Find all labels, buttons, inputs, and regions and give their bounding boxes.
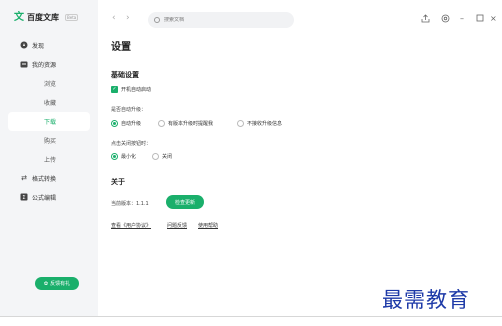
radio-icon — [158, 120, 165, 127]
formula-icon: Σ — [20, 193, 28, 201]
folder-icon — [20, 60, 28, 68]
top-bar: ‹ › – × — [98, 0, 502, 40]
close-option-close[interactable]: 关闭 — [152, 153, 172, 160]
radio-icon — [152, 153, 159, 160]
wenku-logo-icon: 文 — [14, 12, 24, 23]
page-title: 设置 — [111, 42, 131, 53]
minimize-icon[interactable]: – — [460, 14, 464, 24]
sidebar-item-format-convert[interactable]: ⇄ 格式转换 — [0, 169, 98, 188]
beta-badge: Beta — [65, 14, 79, 21]
sidebar-item-my-resources[interactable]: 我的资源 — [0, 55, 98, 74]
radio-label: 自动升级 — [121, 121, 142, 127]
radio-label: 关闭 — [162, 154, 173, 160]
sidebar-item-label: 格式转换 — [32, 176, 57, 183]
radio-label: 最小化 — [121, 154, 137, 160]
sidebar-nav: 发现 我的资源 浏览 收藏 下载 购买 上传 ⇄ 格式转换 Σ 公式编辑 — [0, 36, 98, 207]
sidebar-item-label: 上传 — [44, 157, 57, 164]
compass-icon — [20, 41, 28, 49]
maximize-icon[interactable] — [476, 14, 484, 25]
radio-selected-icon — [111, 153, 118, 160]
autostart-label: 开机自动启动 — [121, 87, 152, 93]
close-option-minimize[interactable]: 最小化 — [111, 153, 136, 160]
auto-update-label: 是否自动升级： — [111, 107, 147, 113]
radio-selected-icon — [111, 120, 118, 127]
radio-label: 有版本升级时提醒我 — [168, 121, 214, 127]
sidebar-item-browse[interactable]: 浏览 — [0, 74, 98, 93]
search-icon — [154, 17, 160, 23]
sidebar: 文 百度文库 Beta 发现 我的资源 浏览 收藏 下载 购买 上传 ⇄ 格式转… — [0, 0, 98, 316]
help-link[interactable]: 使用帮助 — [198, 222, 218, 229]
gift-icon: ✿ — [43, 280, 49, 287]
back-arrow-icon[interactable]: ‹ — [112, 13, 116, 23]
close-icon[interactable]: × — [490, 14, 497, 24]
user-agreement-link[interactable]: 查看《用户协议》 — [111, 222, 151, 229]
feedback-button[interactable]: ✿ 反馈有礼 — [35, 277, 79, 290]
svg-text:Σ: Σ — [22, 195, 25, 201]
app-window: 文 百度文库 Beta 发现 我的资源 浏览 收藏 下载 购买 上传 ⇄ 格式转… — [0, 0, 502, 316]
radio-icon — [237, 120, 244, 127]
search-box[interactable] — [148, 12, 294, 28]
divider — [0, 316, 502, 317]
about-title: 关于 — [111, 178, 125, 186]
feedback-link[interactable]: 问题反馈 — [167, 222, 187, 229]
sidebar-item-label: 下载 — [44, 119, 57, 126]
search-input[interactable] — [164, 17, 284, 23]
forward-arrow-icon[interactable]: › — [126, 13, 130, 23]
version-text: 当前版本：1.1.1 — [111, 201, 149, 207]
feedback-label: 反馈有礼 — [50, 281, 71, 287]
watermark: 最需教育 — [382, 288, 470, 312]
sidebar-item-label: 发现 — [32, 43, 45, 50]
sidebar-item-discover[interactable]: 发现 — [0, 36, 98, 55]
sidebar-item-label: 购买 — [44, 138, 57, 145]
auto-update-option-notify[interactable]: 有版本升级时提醒我 — [158, 120, 213, 127]
app-logo: 文 百度文库 Beta — [14, 12, 79, 23]
app-name: 百度文库 — [27, 13, 59, 22]
sidebar-item-favorites[interactable]: 收藏 — [0, 93, 98, 112]
radio-label: 不接收升级信息 — [247, 121, 283, 127]
basic-settings-title: 基础设置 — [111, 71, 139, 79]
autostart-checkbox[interactable]: ✓ 开机自动启动 — [111, 86, 151, 93]
sidebar-item-downloads[interactable]: 下载 — [8, 112, 90, 131]
auto-update-option-none[interactable]: 不接收升级信息 — [237, 120, 282, 127]
close-behavior-label: 点击关闭按钮时： — [111, 141, 152, 147]
sidebar-item-upload[interactable]: 上传 — [0, 150, 98, 169]
sidebar-item-purchased[interactable]: 购买 — [0, 131, 98, 150]
checkbox-checked-icon: ✓ — [111, 86, 118, 93]
sidebar-item-label: 我的资源 — [32, 62, 57, 69]
check-update-button[interactable]: 检查更新 — [166, 195, 204, 209]
convert-icon: ⇄ — [21, 174, 27, 182]
sidebar-item-label: 公式编辑 — [32, 195, 57, 202]
share-icon[interactable] — [421, 14, 430, 26]
sidebar-item-formula-edit[interactable]: Σ 公式编辑 — [0, 188, 98, 207]
auto-update-option-auto[interactable]: 自动升级 — [111, 120, 141, 127]
gear-icon[interactable] — [441, 14, 450, 26]
sidebar-item-label: 收藏 — [44, 100, 57, 107]
sidebar-item-label: 浏览 — [44, 81, 57, 88]
